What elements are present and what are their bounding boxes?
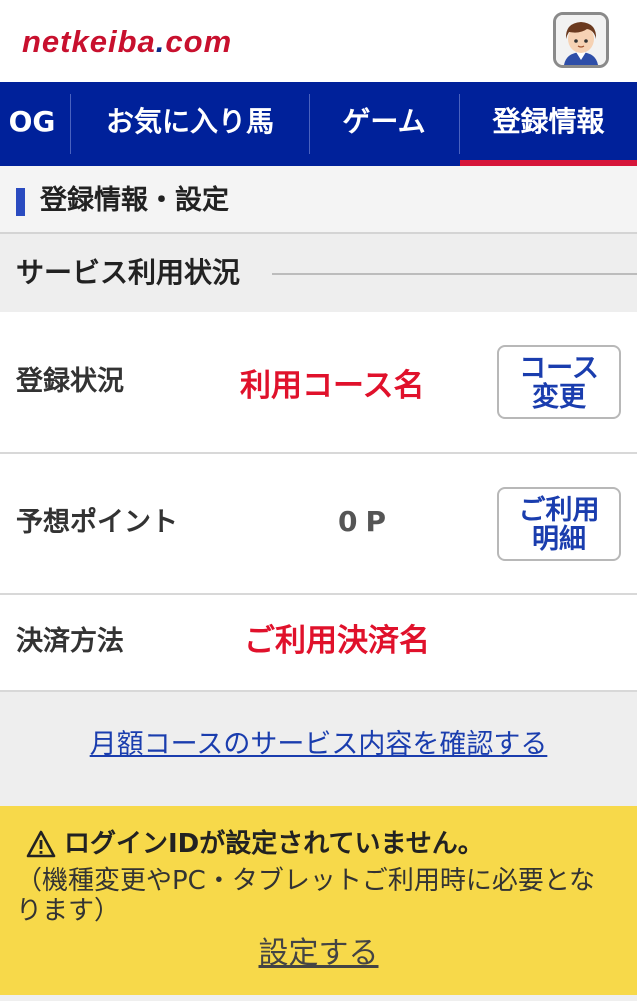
set-login-id-link[interactable]: 設定する [0,934,637,974]
section-header: サービス利用状況 [0,234,637,312]
nav-tab-og[interactable]: OG [0,82,70,166]
nav-tab-games[interactable]: ゲーム [310,82,458,166]
payment-method-value: ご利用決済名 [244,623,430,659]
main-nav: OG お気に入り馬 ゲーム 登録情報 [0,82,637,166]
nav-tab-registration-info[interactable]: 登録情報 [460,82,637,166]
nav-tab-favorite-horses[interactable]: お気に入り馬 [71,82,309,166]
section-title: サービス利用状況 [16,256,241,289]
warning-body: （機種変更やPC・タブレットご利用時に必要となります） [16,866,596,926]
warning-icon [26,830,56,868]
row-registration-status: 登録状況 利用コース名 コース 変更 [0,312,637,454]
row-prediction-points: 予想ポイント 0P ご利用 明細 [0,454,637,595]
usage-details-button[interactable]: ご利用 明細 [497,487,621,561]
monthly-course-link[interactable]: 月額コースのサービス内容を確認する [0,726,637,764]
change-course-button[interactable]: コース 変更 [497,345,621,419]
row-label: 決済方法 [16,626,124,657]
bottom-strip [0,995,637,1001]
row-payment-method: 決済方法 ご利用決済名 [0,595,637,692]
page-title-bar: 登録情報・設定 [0,166,637,234]
warning-title: ログインIDが設定されていません。 [26,826,484,868]
row-label: 登録状況 [16,366,124,397]
section-divider-line [272,273,637,275]
page-title: 登録情報・設定 [40,185,229,216]
netkeiba-logo[interactable]: netkeiba.com [22,24,232,60]
course-name-value: 利用コース名 [240,368,425,404]
title-accent-bar [16,188,25,216]
user-avatar-icon[interactable] [553,12,609,68]
app-header: netkeiba.com [0,0,637,82]
points-value: 0P [338,505,395,538]
row-label: 予想ポイント [16,507,178,538]
monthly-course-link-area: 月額コースのサービス内容を確認する [0,692,637,806]
login-id-warning: ログインIDが設定されていません。 （機種変更やPC・タブレットご利用時に必要と… [0,806,637,1001]
